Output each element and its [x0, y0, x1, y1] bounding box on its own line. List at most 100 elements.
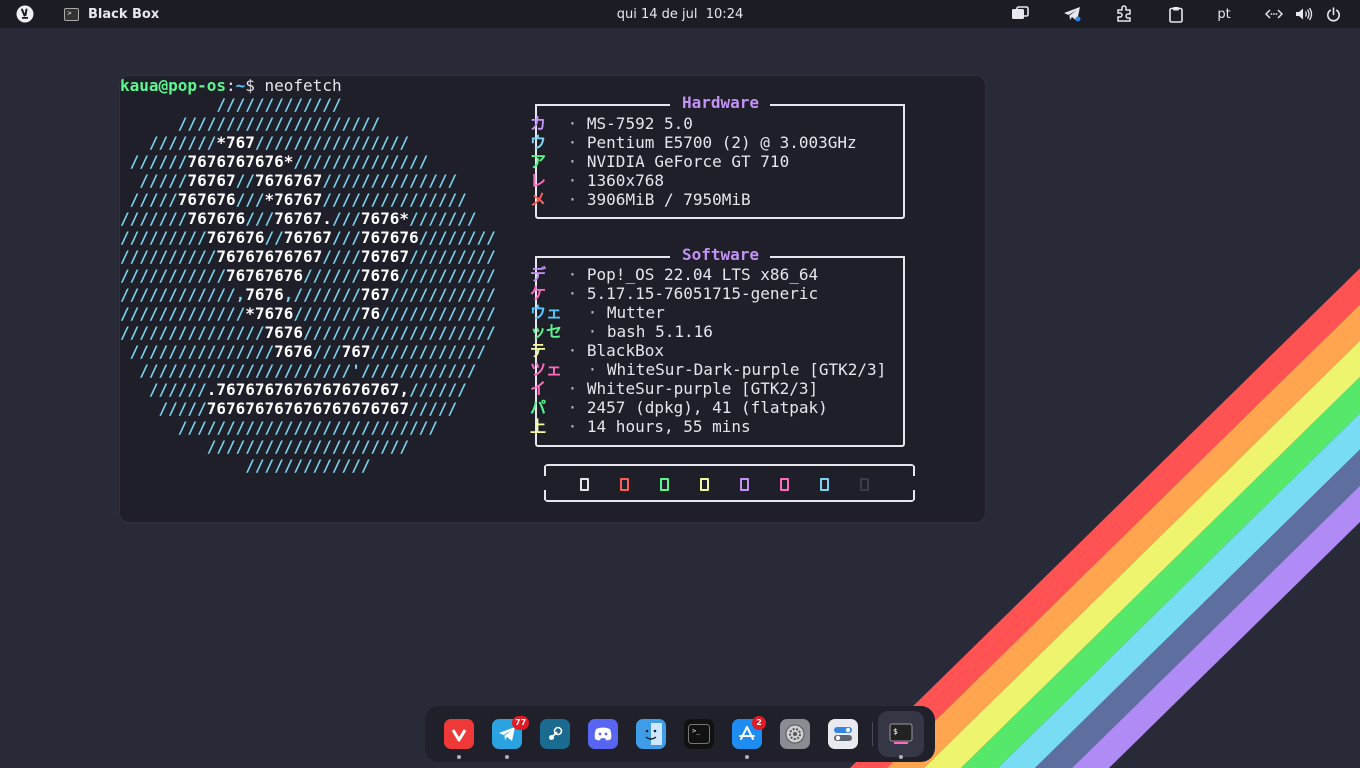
- software-row: パ · 2457 (dpkg), 41 (flatpak): [530, 398, 828, 417]
- logo-line: //////7676767676*//////////////: [120, 152, 496, 171]
- logo-segment: *7676: [245, 304, 294, 323]
- logo-line: /////767676///*76767///////////////: [120, 190, 496, 209]
- dock-separator: [872, 722, 873, 746]
- logo-line: ///////////////7676///767////////////: [120, 342, 496, 361]
- logo-segment: ///////: [120, 209, 188, 228]
- settings-icon[interactable]: [780, 719, 810, 749]
- running-indicator: [745, 755, 749, 759]
- logo-segment: 76767.: [274, 209, 332, 228]
- row-separator: ·: [558, 114, 587, 133]
- blackbox-icon[interactable]: $: [878, 711, 924, 757]
- logo-segment: ////////////: [370, 342, 487, 361]
- logo-line: ///////767676///76767.///7676*///////: [120, 209, 496, 228]
- logo-segment: ///: [312, 342, 342, 361]
- logo-segment: //: [264, 228, 284, 247]
- logo-line: /////////////: [120, 456, 496, 475]
- logo-segment: /////////////////////: [120, 114, 381, 133]
- logo-line: //////////76767676767////76767/////////: [120, 247, 496, 266]
- logo-line: /////////////*7676///////76////////////: [120, 304, 496, 323]
- logo-segment: 767676: [206, 228, 265, 247]
- steam-icon[interactable]: [540, 719, 570, 749]
- terminal-window[interactable]: kaua@pop-os:~$ neofetch ///////////// //…: [119, 75, 986, 523]
- software-row-value: WhiteSur-Dark-purple [GTK2/3]: [606, 360, 887, 379]
- terminal-icon[interactable]: >_: [684, 719, 714, 749]
- logo-segment: /////////: [120, 228, 207, 247]
- hardware-row-key: カ: [530, 114, 547, 133]
- software-row-value: Pop!_OS 22.04 LTS x86_64: [586, 265, 819, 284]
- volume-icon[interactable]: [1292, 0, 1316, 28]
- row-separator: ·: [558, 417, 587, 436]
- software-row-value: WhiteSur-purple [GTK2/3]: [586, 379, 819, 398]
- logo-segment: 767: [341, 342, 371, 361]
- extensions-icon[interactable]: [1112, 0, 1136, 28]
- logo-segment: ///////: [120, 133, 217, 152]
- rainbow-stripe: [998, 413, 1360, 768]
- running-indicator: [899, 755, 903, 759]
- clock: qui 14 de jul 10:24: [0, 0, 1360, 28]
- logo-segment: ,///////: [283, 285, 361, 304]
- logo-segment: 7676: [274, 342, 313, 361]
- software-row-value: 2457 (dpkg), 41 (flatpak): [586, 398, 828, 417]
- logo-segment: *767: [216, 133, 255, 152]
- finder-icon[interactable]: [636, 719, 666, 749]
- software-row-key: 上: [530, 417, 547, 436]
- row-separator: ·: [558, 190, 587, 209]
- software-row: ケ · 5.17.15-76051715-generic: [530, 284, 818, 303]
- hardware-title: Hardware: [675, 93, 767, 112]
- active-app-name: Black Box: [88, 6, 160, 22]
- network-icon[interactable]: [1262, 0, 1286, 28]
- logo-segment: //////////: [120, 247, 217, 266]
- row-separator: ·: [558, 171, 587, 190]
- discord-icon[interactable]: [588, 719, 618, 749]
- logo-segment: ////////////////: [254, 133, 409, 152]
- screen-mirror-icon[interactable]: [1008, 0, 1032, 28]
- row-separator: ·: [578, 360, 607, 379]
- active-app-menu[interactable]: > Black Box: [64, 0, 159, 28]
- rainbow-stripe: [1072, 485, 1360, 768]
- hardware-row-value: 3906MiB / 7950MiB: [586, 190, 751, 209]
- pop-os-logo-icon[interactable]: [12, 0, 38, 28]
- logo-segment: 7676*: [360, 209, 410, 228]
- telegram-tray-icon[interactable]: [1060, 0, 1084, 28]
- clipboard-icon[interactable]: [1164, 0, 1188, 28]
- logo-segment: ///: [235, 190, 265, 209]
- palette-swatch: [620, 478, 629, 491]
- logo-segment: ///////////////////////////: [120, 418, 438, 437]
- hardware-row-value: 1360x768: [586, 171, 664, 190]
- logo-segment: /////: [120, 190, 178, 209]
- software-row-value: BlackBox: [586, 341, 664, 360]
- row-separator: ·: [558, 398, 587, 417]
- clock-text[interactable]: qui 14 de jul 10:24: [617, 7, 743, 22]
- logo-segment: 7676: [360, 266, 400, 285]
- logo-line: ////////////,7676,///////767///////////: [120, 285, 496, 304]
- keyboard-layout-indicator[interactable]: pt: [1210, 0, 1238, 28]
- hardware-row-value: Pentium E5700 (2) @ 3.003GHz: [586, 133, 857, 152]
- notification-badge: 2: [752, 716, 766, 730]
- vivaldi-icon[interactable]: [444, 719, 474, 749]
- software-row-key: ウェ: [530, 303, 563, 322]
- logo-segment: //////: [409, 380, 467, 399]
- prompt-symbol: $: [245, 76, 265, 95]
- logo-segment: ///////////: [120, 266, 226, 285]
- logo-line: //////////////////////'////////////: [120, 361, 496, 380]
- software-row-value: Mutter: [606, 303, 665, 322]
- logo-line: /////////////////////: [120, 437, 496, 456]
- logo-segment: ///////////: [389, 285, 496, 304]
- row-separator: ·: [558, 341, 587, 360]
- software-title: Software: [675, 245, 767, 264]
- logo-segment: //////////////: [322, 171, 458, 190]
- logo-line: /////////////: [120, 95, 496, 114]
- tweaks-icon[interactable]: [828, 719, 858, 749]
- logo-segment: /////: [120, 399, 207, 418]
- software-row-key: ッセ: [530, 322, 563, 341]
- notification-badge: 77: [512, 716, 530, 730]
- ascii-logo: ///////////// ///////////////////// ////…: [120, 95, 496, 475]
- logo-segment: 76767: [283, 228, 332, 247]
- logo-segment: ////////////,: [120, 285, 246, 304]
- logo-segment: /////: [120, 171, 188, 190]
- power-icon[interactable]: [1321, 0, 1345, 28]
- dock: 77 >_ 2 $: [425, 706, 935, 762]
- palette-swatch: [580, 478, 589, 491]
- logo-segment: 76767: [360, 247, 409, 266]
- logo-segment: /////////////: [120, 95, 342, 114]
